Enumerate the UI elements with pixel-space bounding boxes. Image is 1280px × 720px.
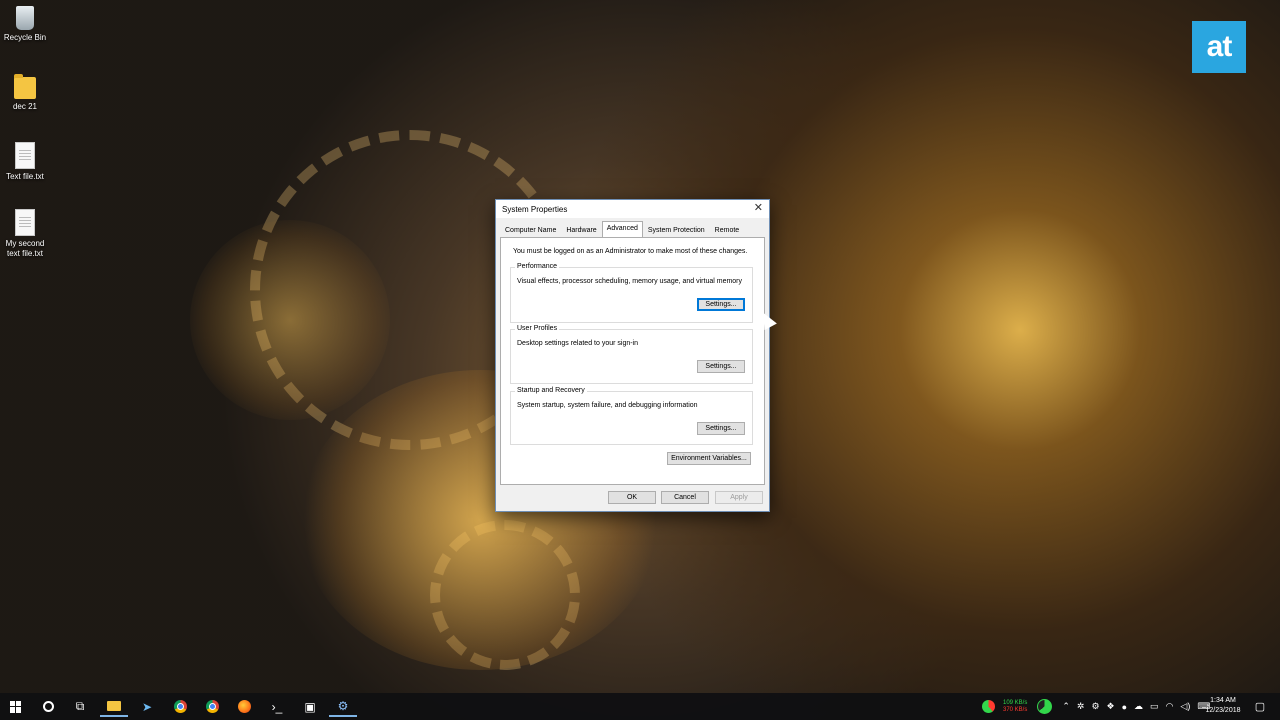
cancel-button[interactable]: Cancel xyxy=(661,491,709,504)
dialog-title: System Properties xyxy=(502,204,568,214)
advanced-tab-panel: You must be logged on as an Administrato… xyxy=(500,237,765,485)
battery-icon[interactable]: ▭ xyxy=(1150,701,1159,712)
user-profiles-group: User Profiles Desktop settings related t… xyxy=(510,325,753,384)
cpu-meter-icon[interactable] xyxy=(982,700,995,713)
desktop-icon-second-text-file[interactable]: My second text file.txt xyxy=(0,209,50,259)
clock-date: 12/23/2018 xyxy=(1205,707,1241,714)
user-profiles-settings-button[interactable]: Settings... xyxy=(697,360,745,373)
chrome-icon[interactable] xyxy=(198,696,226,717)
network-download: 370 KB/s xyxy=(1003,706,1028,713)
dropbox-icon[interactable]: ❖ xyxy=(1107,701,1115,712)
clock-time: 1:34 AM xyxy=(1210,697,1236,704)
performance-group: Performance Visual effects, processor sc… xyxy=(510,263,753,323)
taskbar-clock[interactable]: 1:34 AM 12/23/2018 xyxy=(1198,696,1248,716)
dialog-titlebar[interactable]: System Properties ✕ xyxy=(496,200,769,218)
recycle-bin-icon xyxy=(16,6,34,30)
control-panel-icon[interactable]: ⚙ xyxy=(329,696,357,717)
admin-notice: You must be logged on as an Administrato… xyxy=(513,248,748,255)
tab-advanced[interactable]: Advanced xyxy=(601,221,643,237)
window-app-icon[interactable]: ▣ xyxy=(296,696,324,717)
taskbar: ⧉ ➤ ›_ ▣ ⚙ 109 KB/s 370 KB/s ⌃ ✲ ⚙ ❖ ● ☁… xyxy=(0,693,1280,720)
file-explorer-icon[interactable] xyxy=(100,696,128,717)
text-file-icon xyxy=(15,209,35,236)
gear-icon[interactable]: ⚙ xyxy=(1091,701,1099,712)
action-center-icon[interactable]: ▢ xyxy=(1250,696,1270,717)
environment-variables-button[interactable]: Environment Variables... xyxy=(667,452,751,465)
windows-start-icon[interactable] xyxy=(2,696,30,717)
group-description: Desktop settings related to your sign-in xyxy=(517,340,639,347)
wallpaper-glow xyxy=(190,220,390,420)
desktop-icon-recycle-bin[interactable]: Recycle Bin xyxy=(0,6,50,43)
group-description: System startup, system failure, and debu… xyxy=(517,402,698,409)
cloud-icon[interactable]: ☁ xyxy=(1134,701,1143,712)
close-icon[interactable]: ✕ xyxy=(754,203,763,214)
volume-icon[interactable]: ◁) xyxy=(1180,701,1190,712)
firefox-icon[interactable] xyxy=(230,696,258,717)
task-view-icon[interactable]: ⧉ xyxy=(66,696,94,717)
ok-button[interactable]: OK xyxy=(608,491,656,504)
memory-meter-icon[interactable] xyxy=(1037,699,1053,714)
chevron-up-icon[interactable]: ⌃ xyxy=(1062,701,1070,712)
text-file-icon xyxy=(15,142,35,169)
app-tray-icon[interactable]: ✲ xyxy=(1077,701,1085,712)
startup-recovery-settings-button[interactable]: Settings... xyxy=(697,422,745,435)
performance-settings-button[interactable]: Settings... xyxy=(697,298,745,311)
system-tray: 109 KB/s 370 KB/s ⌃ ✲ ⚙ ❖ ● ☁ ▭ ◠ ◁) ⌨ xyxy=(982,693,1210,720)
pin-app-icon[interactable]: ➤ xyxy=(133,696,161,717)
group-title: Startup and Recovery xyxy=(515,387,587,394)
drop-icon[interactable]: ● xyxy=(1122,702,1127,712)
desktop-icon-label: My second text file.txt xyxy=(5,239,45,258)
desktop-icon-text-file[interactable]: Text file.txt xyxy=(0,142,50,182)
network-upload: 109 KB/s xyxy=(1003,699,1028,706)
desktop-icon-label: dec 21 xyxy=(12,102,38,111)
chrome-icon[interactable] xyxy=(166,696,194,717)
group-title: Performance xyxy=(515,263,560,270)
folder-icon xyxy=(14,74,36,99)
wifi-icon[interactable]: ◠ xyxy=(1166,701,1174,712)
desktop-icon-folder[interactable]: dec 21 xyxy=(0,73,50,112)
cortana-icon[interactable] xyxy=(34,696,62,717)
apply-button: Apply xyxy=(715,491,763,504)
desktop-icon-label: Text file.txt xyxy=(6,172,44,181)
group-title: User Profiles xyxy=(515,325,560,332)
group-description: Visual effects, processor scheduling, me… xyxy=(517,278,743,285)
startup-recovery-group: Startup and Recovery System startup, sys… xyxy=(510,387,753,445)
network-speed: 109 KB/s 370 KB/s xyxy=(1003,700,1027,714)
system-properties-dialog: System Properties ✕ Computer Name Hardwa… xyxy=(495,199,770,512)
site-logo: at xyxy=(1192,21,1246,73)
terminal-icon[interactable]: ›_ xyxy=(263,696,291,717)
desktop-icon-label: Recycle Bin xyxy=(3,33,47,42)
